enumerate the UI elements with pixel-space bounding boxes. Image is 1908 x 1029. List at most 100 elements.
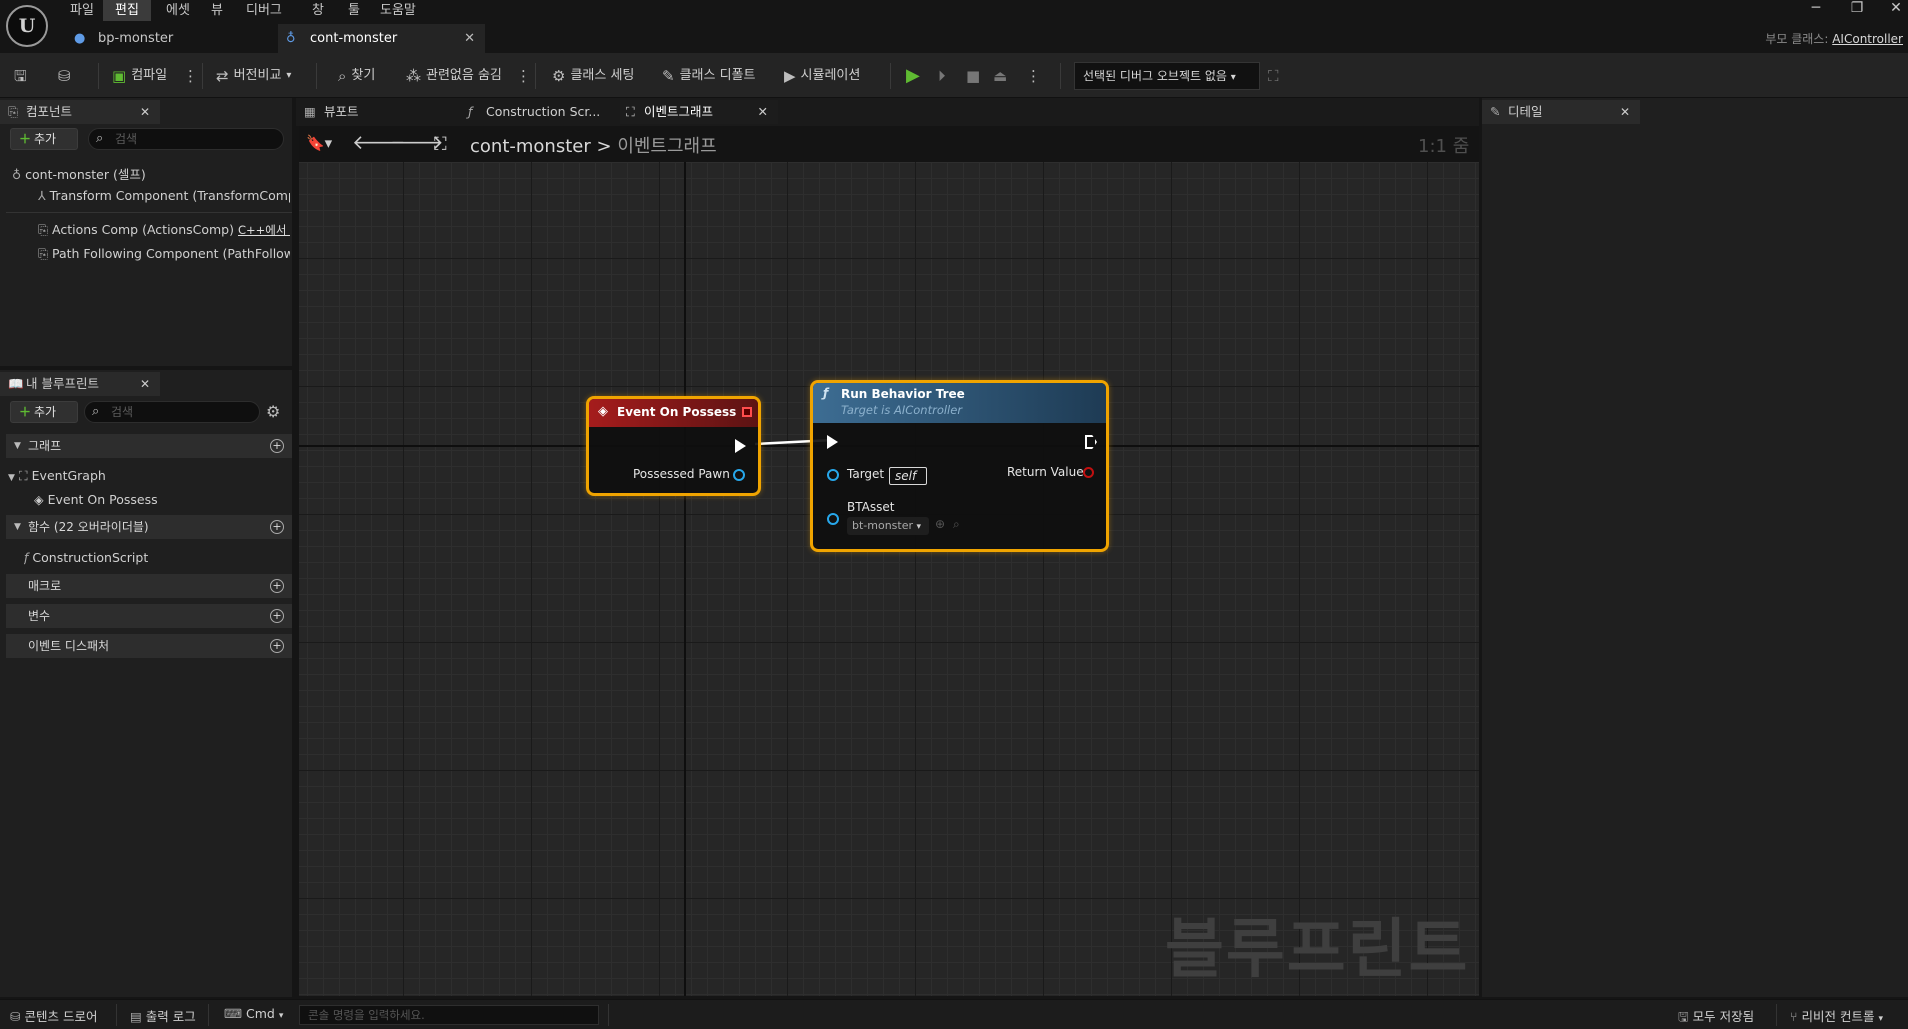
tree-item-path-following[interactable]: ⎘ Path Following Component (PathFollowin…: [38, 246, 290, 262]
breadcrumb-root[interactable]: cont-monster: [470, 136, 591, 157]
add-macro-icon[interactable]: +: [270, 579, 284, 593]
event-on-possess-node[interactable]: ◈ Event On Possess Possessed Pawn: [586, 396, 761, 496]
add-component-button[interactable]: ＋ 추가: [10, 128, 78, 150]
use-selected-asset-icon[interactable]: ⊕: [935, 517, 945, 531]
compile-options-icon[interactable]: ⋮: [183, 64, 198, 88]
eject-button[interactable]: ⏏: [993, 64, 1007, 88]
zoom-label: 1:1 줌: [1418, 136, 1470, 157]
section-variables[interactable]: 변수 +: [6, 604, 292, 628]
section-graph[interactable]: ▼ 그래프 +: [6, 434, 292, 458]
add-function-icon[interactable]: +: [270, 520, 284, 534]
target-pin[interactable]: [827, 469, 839, 481]
gear-icon: ⚙: [552, 67, 566, 85]
close-icon[interactable]: ✕: [140, 372, 150, 396]
console-command-input[interactable]: 콘솔 명령을 입력하세요.: [299, 1005, 599, 1025]
tab-viewport[interactable]: ▦ 뷰포트: [300, 100, 430, 124]
log-icon: ▤: [130, 1009, 142, 1024]
doc-tab-cont-monster[interactable]: ♁ cont-monster ✕: [278, 24, 485, 53]
search-icon: ⌕: [96, 131, 104, 146]
section-macros[interactable]: 매크로 +: [6, 574, 292, 598]
tree-item-transform[interactable]: ⅄ Transform Component (TransformComponen…: [38, 188, 290, 203]
menu-tools[interactable]: 툴: [338, 0, 370, 21]
details-tab[interactable]: ✎ 디테일 ✕: [1482, 100, 1640, 124]
bookmark-icon[interactable]: 🔖▾: [306, 134, 332, 152]
components-tab[interactable]: ⎘ 컴포넌트 ✕: [0, 100, 160, 124]
revision-control-button[interactable]: ⑂ 리비전 컨트롤 ▾: [1790, 1006, 1883, 1025]
tree-item-construction-script[interactable]: ƒ ConstructionScript: [24, 550, 148, 565]
section-functions[interactable]: ▼ 함수 (22 오버라이더블) +: [6, 515, 292, 539]
btasset-select[interactable]: bt-monster ▾: [847, 517, 929, 535]
close-window-button[interactable]: ✕: [1884, 0, 1908, 16]
parent-class-link[interactable]: AIController: [1832, 32, 1903, 46]
settings-gear-icon[interactable]: ⚙: [266, 402, 280, 421]
target-self-value[interactable]: self: [889, 467, 927, 485]
find-button[interactable]: ⌕ 찾기: [338, 64, 375, 88]
exec-in-pin[interactable]: [827, 435, 838, 449]
tab-event-graph[interactable]: ⛶ 이벤트그래프 ✕: [620, 100, 778, 124]
cmd-select[interactable]: ⌨ Cmd ▾: [224, 1006, 283, 1021]
class-defaults-button[interactable]: ✎ 클래스 디폴트: [662, 64, 755, 88]
close-icon[interactable]: ✕: [1620, 100, 1630, 124]
add-variable-icon[interactable]: +: [270, 609, 284, 623]
browse-icon[interactable]: ⛁: [58, 64, 71, 88]
tree-item-self[interactable]: ♁ cont-monster (셀프): [12, 164, 292, 183]
debug-object-select[interactable]: 선택된 디버그 오브젝트 없음 ▾: [1074, 62, 1260, 90]
add-blueprint-item-button[interactable]: ＋ 추가: [10, 401, 78, 423]
event-graph-canvas[interactable]: [299, 162, 1479, 996]
tab-construction-script[interactable]: ƒ Construction Scr...: [462, 100, 602, 124]
debug-filter-icon[interactable]: ⛶: [1268, 64, 1279, 88]
return-value-pin[interactable]: [1083, 467, 1094, 478]
possessed-pawn-pin[interactable]: [733, 469, 745, 481]
close-icon[interactable]: ✕: [140, 100, 150, 124]
play-button[interactable]: ▶: [906, 64, 920, 88]
stop-button[interactable]: ■: [966, 64, 980, 88]
menu-edit[interactable]: 편집: [103, 0, 151, 21]
add-graph-icon[interactable]: +: [270, 439, 284, 453]
menu-debug[interactable]: 디버그: [236, 0, 292, 21]
browse-asset-icon[interactable]: ⌕: [953, 517, 960, 532]
step-button[interactable]: ⏵: [938, 64, 946, 88]
drawer-icon: ⛁: [10, 1009, 21, 1024]
edit-in-cpp-link[interactable]: C++에서 편집: [238, 223, 290, 237]
section-event-dispatchers[interactable]: 이벤트 디스패처 +: [6, 634, 292, 658]
my-blueprint-tab[interactable]: 📖 내 블루프린트 ✕: [0, 372, 160, 396]
menu-window[interactable]: 창: [302, 0, 334, 21]
diff-button[interactable]: ⇄ 버전비교 ▾: [216, 64, 291, 88]
hide-unrelated-button[interactable]: ⁂ 관련없음 숨김: [406, 64, 502, 88]
blueprint-search-input[interactable]: ⌕ 검색: [84, 401, 260, 423]
play-options-icon[interactable]: ⋮: [1026, 64, 1041, 88]
hide-options-icon[interactable]: ⋮: [516, 64, 531, 88]
compile-button[interactable]: ▣ 컴파일: [112, 64, 167, 88]
component-icon: ⎘: [38, 246, 49, 261]
run-behavior-tree-node[interactable]: ƒ Run Behavior Tree Target is AIControll…: [810, 380, 1109, 552]
content-drawer-button[interactable]: ⛁ 콘텐츠 드로어: [10, 1006, 97, 1025]
restore-button[interactable]: ❐: [1845, 0, 1869, 16]
menu-file[interactable]: 파일: [60, 0, 104, 21]
doc-tab-bp-monster[interactable]: ● bp-monster: [68, 24, 273, 53]
save-all-button[interactable]: 🖫 모두 저장됨: [1678, 1006, 1754, 1029]
delegate-pin-icon[interactable]: [742, 407, 752, 417]
menu-help[interactable]: 도움말: [370, 0, 426, 21]
menu-asset[interactable]: 에셋: [156, 0, 200, 21]
tree-item-event-on-possess[interactable]: ◈ Event On Possess: [34, 492, 158, 507]
exec-out-pin[interactable]: [735, 439, 746, 453]
simulation-button[interactable]: ▶ 시뮬레이션: [784, 64, 860, 88]
close-icon[interactable]: ✕: [758, 100, 768, 124]
unreal-logo-icon[interactable]: U: [6, 5, 48, 47]
title-bar: U 파일 편집 에셋 뷰 디버그 창 툴 도움말 ● bp-monster ♁ …: [0, 0, 1908, 53]
exec-out-pin[interactable]: [1085, 435, 1097, 449]
btasset-pin[interactable]: [827, 513, 839, 525]
tree-item-actions-comp[interactable]: ⎘ Actions Comp (ActionsComp) C++에서 편집: [38, 222, 290, 238]
node-header: ƒ Run Behavior Tree Target is AIControll…: [813, 383, 1106, 423]
close-tab-icon[interactable]: ✕: [464, 24, 475, 53]
minimize-button[interactable]: ─: [1804, 0, 1828, 16]
event-icon: ◈: [34, 492, 44, 507]
add-dispatcher-icon[interactable]: +: [270, 639, 284, 653]
class-settings-button[interactable]: ⚙ 클래스 세팅: [552, 64, 634, 88]
tree-item-eventgraph[interactable]: ▼ ⛶ EventGraph: [8, 468, 106, 484]
menu-view[interactable]: 뷰: [201, 0, 233, 21]
eject-icon: ⏏: [993, 67, 1008, 85]
components-search-input[interactable]: ⌕ 검색: [88, 128, 284, 150]
save-icon[interactable]: 🖫: [14, 64, 27, 88]
output-log-button[interactable]: ▤ 출력 로그: [130, 1006, 196, 1025]
